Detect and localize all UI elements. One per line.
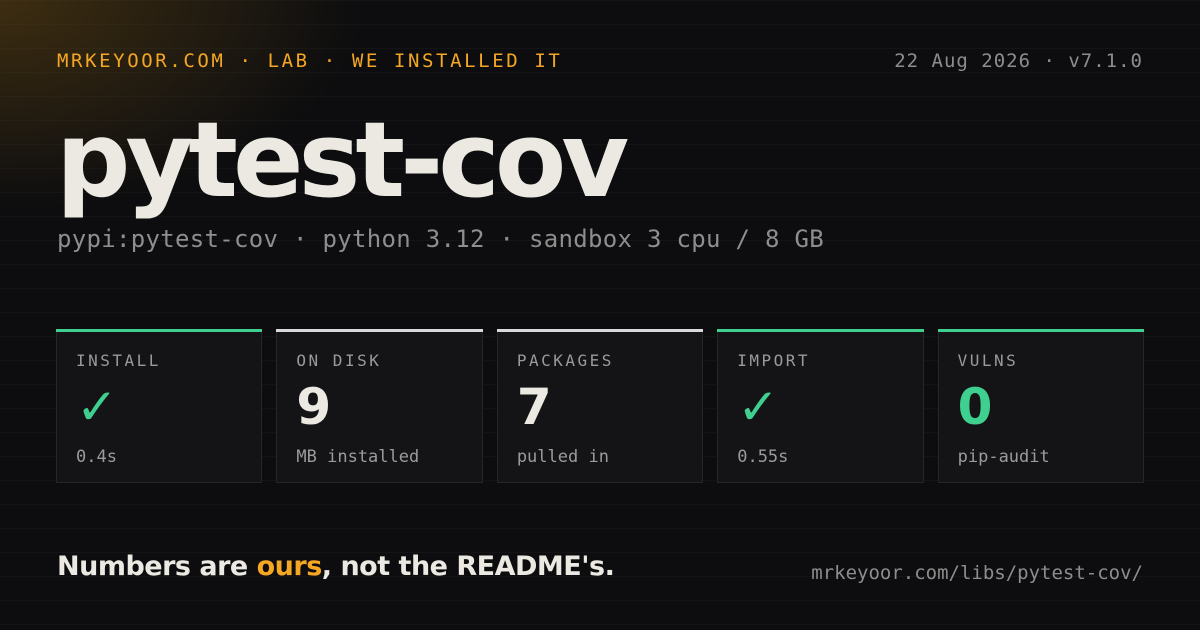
stat-label: PACKAGES [516,351,614,370]
stat-note: 0.4s [76,447,117,467]
package-title: pytest-cov [56,99,629,221]
check-icon: ✓ [76,378,118,436]
check-icon: ✓ [737,378,780,436]
stat-note: 0.55s [737,447,789,467]
stat-value: 9 [296,378,332,436]
stat-vulns: VULNS 0 pip-audit [937,329,1145,483]
package-details: pypi:pytest-cov · python 3.12 · sandbox … [57,225,824,253]
stat-packages: PACKAGES 7 pulled in [496,329,704,483]
site-kicker: MRKEYOOR.COM · LAB · WE INSTALLED IT [57,50,563,72]
tagline-accent: ours [256,551,323,582]
social-card: MRKEYOOR.COM · LAB · WE INSTALLED IT 22 … [0,0,1200,630]
stat-note: MB installed [296,447,420,467]
page-url: mrkeyoor.com/libs/pytest-cov/ [811,562,1143,584]
stat-value: 7 [516,378,552,436]
stat-import: IMPORT ✓ 0.55s [717,329,925,483]
date-version: 22 Aug 2026 · v7.1.0 [894,50,1143,72]
stats-row: INSTALL ✓ 0.4s ON DISK 9 MB installed PA… [56,329,1145,483]
stat-label: VULNS [957,351,1019,370]
stat-note: pip-audit [957,447,1050,467]
tagline-start: Numbers are [57,551,257,582]
stat-note: pulled in [516,447,609,467]
stat-value: 0 [957,378,993,436]
tagline: Numbers are ours, not the README's. [57,551,615,582]
stat-install: INSTALL ✓ 0.4s [56,329,263,483]
stat-on-disk: ON DISK 9 MB installed [276,329,484,483]
stat-label: INSTALL [76,351,161,370]
tagline-end: , not the README's. [321,551,615,582]
stat-label: IMPORT [737,351,811,370]
stat-label: ON DISK [296,351,382,370]
